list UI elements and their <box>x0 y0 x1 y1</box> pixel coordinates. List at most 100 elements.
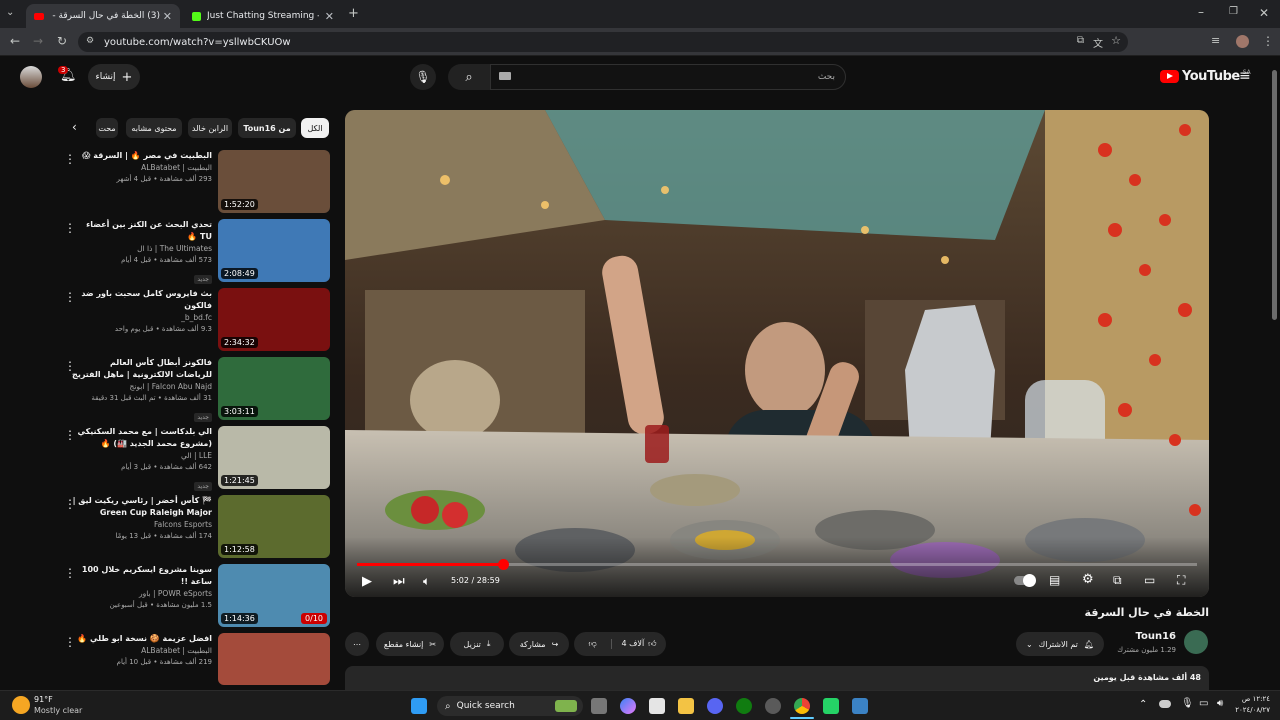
video-title[interactable]: تحدي البحث عن الكنز بين أعضاء TU 🔥 <box>72 219 212 243</box>
settings-gear-icon[interactable]: ⚙ <box>1082 573 1094 586</box>
video-thumbnail[interactable]: 2:08:49 <box>218 219 330 282</box>
whatsapp-icon[interactable] <box>823 698 839 714</box>
close-window-icon[interactable]: ✕ <box>1259 7 1269 19</box>
xbox-icon[interactable] <box>736 698 752 714</box>
channel-name[interactable]: Toun16 <box>1100 631 1176 642</box>
subtitles-icon[interactable]: ▤ <box>1049 574 1060 586</box>
hidden-icons-chevron-icon[interactable]: ⌃ <box>1139 699 1147 710</box>
speaker-icon[interactable]: 🔊︎ <box>1217 698 1223 709</box>
list-item[interactable]: ⋮ تحدي البحث عن الكنز بين أعضاء TU 🔥 The… <box>60 219 330 284</box>
channel-name[interactable]: البطبيت | ALBatabet <box>72 645 212 657</box>
channel-name[interactable]: LLE | الي <box>72 450 212 462</box>
clip-button[interactable]: إنشاء مقطع ✂ <box>376 632 444 656</box>
description-box[interactable]: 48 ألف مشاهدة قبل يومين <box>345 666 1209 690</box>
chrome-menu-icon[interactable]: ⋮ <box>1262 35 1274 47</box>
list-item[interactable]: ⋮ الي بلدكاست | مع محمد السكنيكي (مشروع … <box>60 426 330 491</box>
download-button[interactable]: تنزيل ⤓ <box>450 632 504 656</box>
channel-avatar[interactable] <box>1184 630 1208 654</box>
progress-bar[interactable] <box>357 559 1197 570</box>
video-title[interactable]: 🏁 كأس أخضر | رئاسي ريكيت ليق | Green Cup… <box>72 495 212 519</box>
close-tab-icon[interactable]: ✕ <box>163 10 172 23</box>
play-icon[interactable]: ▶ <box>362 575 372 588</box>
search-button[interactable]: ⌕ <box>448 64 490 90</box>
list-item[interactable]: ⋮ سوينا مشروع ايسكريم خلال 100 ساعة !! P… <box>60 564 330 628</box>
address-bar[interactable]: ⚙ youtube.com/watch?v=ysllwbCKUOw ⧉ 文 ☆ <box>78 32 1128 52</box>
channel-name[interactable]: b_bd.fc_ <box>72 312 212 324</box>
chips-scroll-left-icon[interactable]: ‹ <box>72 120 77 134</box>
video-thumbnail[interactable]: 1:14:36 0/10 <box>218 564 330 627</box>
reload-icon[interactable]: ↻ <box>57 35 67 47</box>
youtube-logo[interactable]: YouTube SA <box>1160 69 1251 84</box>
channel-name[interactable]: The Ultimates | ذا ال <box>72 243 212 255</box>
voice-search-button[interactable]: 🎙︎ <box>410 64 436 90</box>
video-title[interactable]: بث فايروس كامل سحبت باور ضد فالكون <box>72 288 212 312</box>
channel-name[interactable]: Falcon Abu Najd | ابونج <box>72 381 212 393</box>
discord-icon[interactable] <box>707 698 723 714</box>
channel-name[interactable]: البطبيت | ALBatabet <box>72 162 212 174</box>
channel-name[interactable]: Falcons Esports <box>72 519 212 531</box>
more-actions-button[interactable]: ⋯ <box>345 632 369 656</box>
theater-mode-icon[interactable]: ▭ <box>1144 574 1155 586</box>
task-view-icon[interactable] <box>591 698 607 714</box>
video-thumbnail[interactable]: 1:12:58 <box>218 495 330 558</box>
copilot-icon[interactable] <box>620 698 636 714</box>
forward-icon[interactable]: → <box>33 35 43 47</box>
close-tab-icon[interactable]: ✕ <box>325 10 334 23</box>
video-player[interactable]: ▶ ⏭︎ 🔈︎ 5:02 / 28:59 ▤ ⚙ ⧉ ▭ ⛶ <box>345 110 1209 597</box>
translate-icon[interactable]: 文 <box>1093 35 1103 50</box>
maximize-icon[interactable]: ❐ <box>1229 7 1238 17</box>
chrome-icon[interactable] <box>794 698 810 714</box>
tab-youtube[interactable]: (3) الخطة في حال السرقة - YouTube ✕ <box>26 4 180 28</box>
video-thumbnail[interactable] <box>218 633 330 685</box>
mic-tray-icon[interactable]: 🎙︎ <box>1181 698 1194 709</box>
dislike-button[interactable]: 👎︎ <box>574 639 612 649</box>
subscribe-button[interactable]: ⌄ تم الاشتراك 🔔︎ <box>1016 632 1104 656</box>
profile-avatar[interactable] <box>1236 35 1249 48</box>
volume-icon[interactable]: 🔈︎ <box>423 575 430 587</box>
list-item[interactable]: ⋮ افضل عزيمة 🍪 نسخة ابو طلي 🔥 البطبيت | … <box>60 633 330 697</box>
video-title[interactable]: فالكونز أبطال كأس العالم للرياضات الالكت… <box>72 357 212 381</box>
site-info-icon[interactable]: ⚙ <box>86 36 94 46</box>
store-icon[interactable] <box>649 698 665 714</box>
list-item[interactable]: ⋮ فالكونز أبطال كأس العالم للرياضات الال… <box>60 357 330 422</box>
channel-name[interactable]: POWR eSports | باور <box>72 588 212 600</box>
miniplayer-icon[interactable]: ⧉ <box>1113 574 1122 586</box>
video-title[interactable]: افضل عزيمة 🍪 نسخة ابو طلي 🔥 <box>72 633 212 645</box>
weather-icon[interactable] <box>12 696 30 714</box>
bookmark-star-icon[interactable]: ☆ <box>1111 34 1121 47</box>
clock-date[interactable]: ٢٠٢٤/٠٨/٢٧ <box>1232 706 1270 714</box>
chip-all[interactable]: الكل <box>301 118 329 138</box>
account-avatar[interactable] <box>20 66 42 88</box>
security-shield-icon[interactable] <box>852 698 868 714</box>
create-button[interactable]: إنشاء + <box>88 64 140 90</box>
list-item[interactable]: ⋮ البطبيت في مصر 🔥 | السرقة 😱 البطبيت | … <box>60 150 330 214</box>
network-icon[interactable]: ▭ <box>1199 698 1208 709</box>
fullscreen-icon[interactable]: ⛶ <box>1177 574 1185 586</box>
share-button[interactable]: مشاركة ↪ <box>509 632 569 656</box>
minimize-icon[interactable]: – <box>1198 6 1204 18</box>
tab-search-icon[interactable]: ⌄ <box>6 8 14 18</box>
video-title[interactable]: سوينا مشروع ايسكريم خلال 100 ساعة !! <box>72 564 212 588</box>
chip-more[interactable]: محت <box>96 118 118 138</box>
new-tab-icon[interactable]: + <box>348 7 359 20</box>
video-thumbnail[interactable]: 1:52:20 <box>218 150 330 213</box>
video-title[interactable]: الي بلدكاست | مع محمد السكنيكي (مشروع مح… <box>72 426 212 450</box>
back-icon[interactable]: ← <box>10 35 20 47</box>
onedrive-icon[interactable] <box>1159 700 1171 708</box>
install-icon[interactable]: ⧉ <box>1077 35 1084 46</box>
list-item[interactable]: ⋮ بث فايروس كامل سحبت باور ضد فالكون b_b… <box>60 288 330 352</box>
clock-time[interactable]: ١٢:٢٤ ص <box>1236 695 1270 703</box>
like-button[interactable]: 4 آلاف 👍︎ <box>612 639 666 649</box>
windows-start-icon[interactable] <box>411 698 427 714</box>
file-explorer-icon[interactable] <box>678 698 694 714</box>
guide-menu-icon[interactable]: ≡ <box>1239 68 1251 84</box>
keyboard-icon[interactable] <box>499 72 511 80</box>
video-title[interactable]: البطبيت في مصر 🔥 | السرقة 😱 <box>72 150 212 162</box>
video-thumbnail[interactable]: 3:03:11 <box>218 357 330 420</box>
search-input[interactable]: بحث <box>490 64 846 90</box>
chip-from-channel[interactable]: من Toun16 <box>238 118 296 138</box>
chip-khaled[interactable]: الرابن خالد <box>188 118 232 138</box>
tab-kick[interactable]: Just Chatting Streaming - Live ✕ <box>184 4 342 28</box>
settings-app-icon[interactable] <box>765 698 781 714</box>
scrollbar-thumb[interactable] <box>1272 70 1277 320</box>
